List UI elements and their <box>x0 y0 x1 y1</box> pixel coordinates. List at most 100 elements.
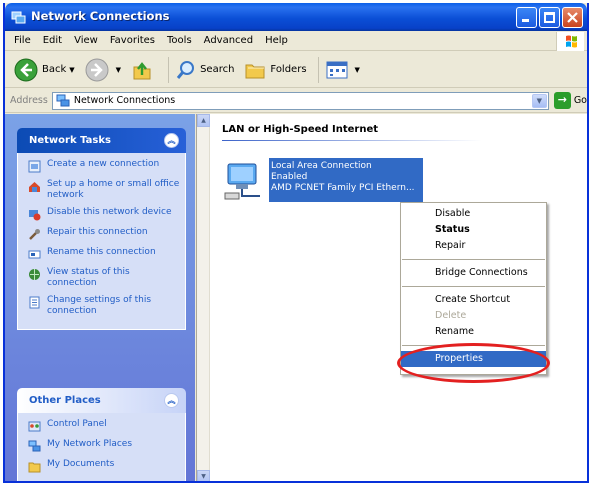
place-control-panel[interactable]: Control Panel <box>28 419 181 433</box>
forward-arrow-icon <box>85 58 109 81</box>
task-view-status[interactable]: View status of this connection <box>28 267 181 289</box>
go-button[interactable]: → Go <box>553 92 587 109</box>
search-icon <box>176 60 195 79</box>
menu-item-rename[interactable]: Rename <box>401 324 546 340</box>
back-button[interactable]: Back ▼ <box>11 56 78 84</box>
network-tasks-header[interactable]: Network Tasks ︽ <box>17 128 186 153</box>
rename-icon <box>28 250 41 259</box>
maximize-button[interactable] <box>539 7 560 28</box>
menu-separator <box>402 345 545 346</box>
place-label: My Documents <box>47 459 115 469</box>
other-places-header[interactable]: Other Places ︽ <box>17 388 186 413</box>
up-folder-icon <box>133 61 151 79</box>
menu-bar: File Edit View Favorites Tools Advanced … <box>5 31 587 51</box>
toolbar-separator <box>317 56 319 83</box>
views-dropdown-icon[interactable]: ▼ <box>355 66 360 74</box>
scroll-up-icon[interactable]: ▲ <box>197 114 210 127</box>
views-button[interactable]: ▼ <box>323 56 363 84</box>
menu-advanced[interactable]: Advanced <box>198 32 259 50</box>
task-label: Repair this connection <box>47 227 148 237</box>
go-label: Go <box>573 95 587 106</box>
title-bar[interactable]: Network Connections <box>5 3 587 31</box>
group-divider <box>222 140 482 141</box>
folders-icon <box>245 64 265 78</box>
connection-device: AMD PCNET Family PCI Ethern... <box>271 183 415 193</box>
menu-tools[interactable]: Tools <box>161 32 198 50</box>
maximize-icon <box>544 12 555 23</box>
menu-item-bridge-connections[interactable]: Bridge Connections <box>401 265 546 281</box>
network-tasks-list: Create a new connection Set up a home or… <box>17 153 186 330</box>
address-field[interactable]: Network Connections ▼ <box>51 91 549 110</box>
disable-device-icon <box>29 210 41 221</box>
task-rename-connection[interactable]: Rename this connection <box>28 247 181 261</box>
task-label: Disable this network device <box>47 207 172 217</box>
my-documents-icon <box>28 462 41 473</box>
menu-edit[interactable]: Edit <box>37 32 68 50</box>
group-header: LAN or High-Speed Internet <box>222 124 379 135</box>
up-folder-button[interactable] <box>128 56 160 84</box>
task-label: Set up a home or small office network <box>47 179 180 200</box>
task-label: Create a new connection <box>47 159 160 169</box>
menu-favorites[interactable]: Favorites <box>104 32 161 50</box>
status-icon <box>29 269 40 280</box>
task-disable-device[interactable]: Disable this network device <box>28 207 181 221</box>
menu-item-status[interactable]: Status <box>401 222 546 238</box>
connection-name: Local Area Connection <box>271 161 372 171</box>
settings-icon <box>29 296 40 309</box>
network-connections-small-icon <box>56 94 70 106</box>
collapse-chevron-icon[interactable]: ︽ <box>164 133 179 148</box>
menu-item-disable[interactable]: Disable <box>401 206 546 222</box>
place-my-network-places[interactable]: My Network Places <box>28 439 181 453</box>
network-tasks-panel: Network Tasks ︽ Create a new connection … <box>17 128 186 330</box>
close-button[interactable] <box>562 7 583 28</box>
menu-item-create-shortcut[interactable]: Create Shortcut <box>401 292 546 308</box>
home-network-icon <box>29 182 40 192</box>
other-places-panel: Other Places ︽ Control Panel My Network … <box>17 388 186 481</box>
address-value: Network Connections <box>73 95 176 106</box>
standard-toolbar: Back ▼ ▼ Search Folders ▼ <box>5 52 587 88</box>
local-area-connection-icon[interactable] <box>222 160 266 202</box>
task-repair-connection[interactable]: Repair this connection <box>28 227 181 241</box>
context-menu: Disable Status Repair Bridge Connections… <box>400 202 547 375</box>
menu-separator <box>402 286 545 287</box>
network-connections-icon <box>11 11 26 24</box>
address-dropdown-icon[interactable]: ▼ <box>531 93 547 108</box>
search-button[interactable]: Search <box>173 56 237 84</box>
vertical-scrollbar[interactable]: ▲ ▼ <box>197 114 210 481</box>
toolbar-separator <box>168 56 170 83</box>
forward-button[interactable]: ▼ <box>82 56 124 84</box>
place-my-documents[interactable]: My Documents <box>28 459 181 473</box>
windows-logo-icon <box>556 32 584 51</box>
back-dropdown-icon[interactable]: ▼ <box>69 66 74 74</box>
repair-icon <box>29 229 40 240</box>
place-label: My Network Places <box>47 439 133 449</box>
menu-item-properties[interactable]: Properties <box>401 351 546 367</box>
connection-status: Enabled <box>271 172 308 182</box>
task-label: Change settings of this connection <box>47 295 152 316</box>
menu-help[interactable]: Help <box>259 32 294 50</box>
task-change-settings[interactable]: Change settings of this connection <box>28 295 181 317</box>
connection-details[interactable]: Local Area Connection Enabled AMD PCNET … <box>269 158 423 202</box>
minimize-button[interactable] <box>516 7 537 28</box>
address-label: Address <box>10 95 48 106</box>
menu-item-delete: Delete <box>435 310 467 321</box>
window-title: Network Connections <box>31 9 170 23</box>
task-label: View status of this connection <box>47 267 130 288</box>
scroll-down-icon[interactable]: ▼ <box>197 470 210 481</box>
menu-view[interactable]: View <box>68 32 104 50</box>
go-arrow-icon: → <box>553 92 571 109</box>
forward-dropdown-icon[interactable]: ▼ <box>116 66 121 74</box>
menu-item-repair[interactable]: Repair <box>401 238 546 254</box>
network-tasks-title: Network Tasks <box>29 135 111 146</box>
task-setup-home-network[interactable]: Set up a home or small office network <box>28 179 181 201</box>
task-create-connection[interactable]: Create a new connection <box>28 159 181 173</box>
search-label: Search <box>200 64 235 75</box>
menu-file[interactable]: File <box>8 32 37 50</box>
task-label: Rename this connection <box>47 247 156 257</box>
address-bar: Address Network Connections ▼ → Go <box>5 89 587 113</box>
network-connections-window: Network Connections File Edit View Favor… <box>3 3 589 483</box>
control-panel-icon <box>28 421 41 432</box>
collapse-chevron-icon[interactable]: ︽ <box>164 393 179 408</box>
back-label: Back <box>42 64 67 75</box>
folders-button[interactable]: Folders <box>241 56 309 84</box>
